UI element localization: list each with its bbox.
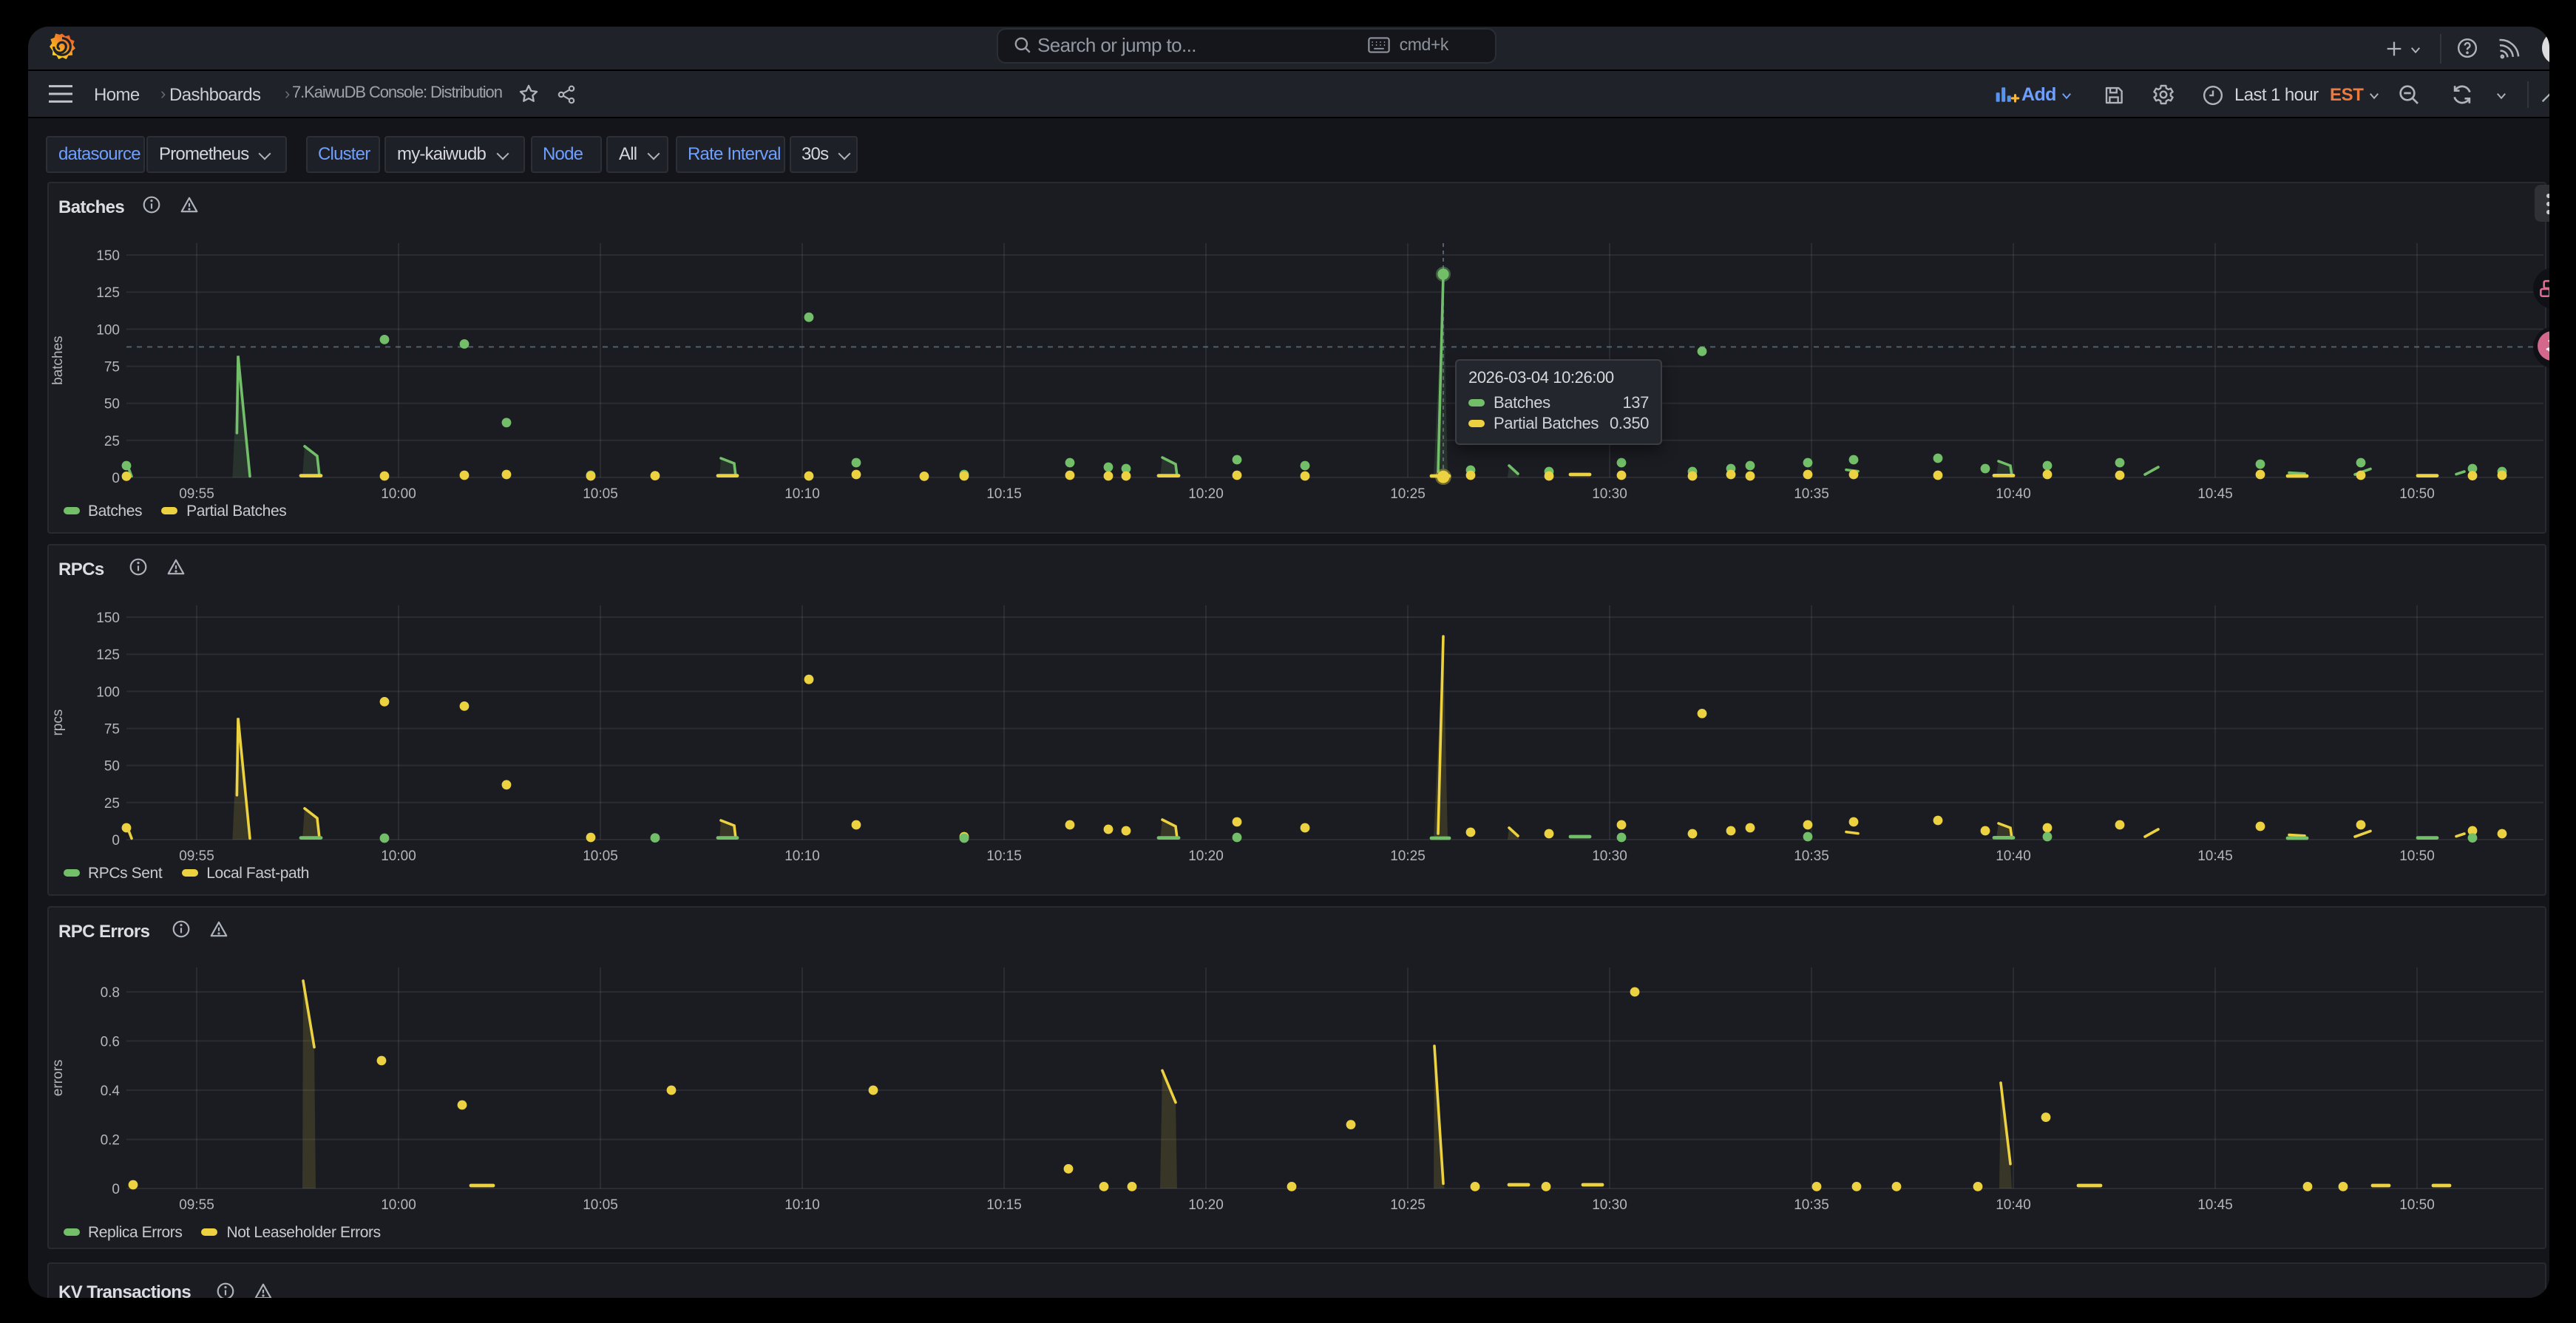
svg-text:10:00: 10:00	[380, 486, 416, 501]
svg-text:10:30: 10:30	[1591, 848, 1627, 863]
svg-text:100: 100	[95, 322, 119, 337]
svg-text:10:40: 10:40	[1995, 486, 2030, 501]
svg-text:10:25: 10:25	[1389, 848, 1425, 863]
svg-text:0: 0	[111, 832, 119, 848]
svg-text:10:10: 10:10	[784, 1197, 819, 1213]
svg-text:0: 0	[111, 1182, 119, 1197]
svg-text:75: 75	[104, 359, 119, 375]
svg-text:0.4: 0.4	[100, 1084, 120, 1099]
svg-text:10:45: 10:45	[2197, 486, 2232, 501]
svg-text:50: 50	[104, 758, 119, 774]
svg-text:25: 25	[104, 433, 119, 449]
svg-text:10:20: 10:20	[1187, 848, 1223, 863]
svg-text:10:25: 10:25	[1389, 1197, 1425, 1213]
svg-text:10:30: 10:30	[1591, 486, 1627, 501]
svg-text:10:50: 10:50	[2399, 486, 2434, 501]
svg-text:75: 75	[104, 721, 119, 737]
svg-text:125: 125	[95, 647, 119, 662]
svg-text:10:35: 10:35	[1793, 486, 1828, 501]
svg-text:10:35: 10:35	[1793, 1197, 1828, 1213]
svg-text:10:00: 10:00	[380, 1197, 416, 1213]
svg-text:10:50: 10:50	[2399, 1197, 2434, 1213]
svg-text:10:40: 10:40	[1995, 848, 2030, 863]
svg-text:09:55: 09:55	[178, 1197, 214, 1213]
svg-text:10:25: 10:25	[1389, 486, 1425, 501]
svg-text:10:15: 10:15	[986, 1197, 1021, 1213]
svg-text:150: 150	[95, 610, 119, 625]
svg-text:10:45: 10:45	[2197, 1197, 2232, 1213]
svg-text:errors: errors	[50, 1060, 65, 1097]
svg-text:10:10: 10:10	[784, 486, 819, 501]
svg-text:10:20: 10:20	[1187, 486, 1223, 501]
svg-text:10:45: 10:45	[2197, 848, 2232, 863]
svg-text:0: 0	[111, 470, 119, 486]
svg-text:150: 150	[95, 248, 119, 263]
svg-text:0.6: 0.6	[100, 1034, 119, 1050]
svg-text:10:15: 10:15	[986, 848, 1021, 863]
svg-text:10:00: 10:00	[380, 848, 416, 863]
svg-text:0.8: 0.8	[100, 985, 119, 1001]
svg-text:09:55: 09:55	[178, 848, 214, 863]
svg-text:10:15: 10:15	[986, 486, 1021, 501]
svg-text:rpcs: rpcs	[50, 709, 65, 735]
svg-text:50: 50	[104, 396, 119, 412]
svg-text:10:30: 10:30	[1591, 1197, 1627, 1213]
svg-text:batches: batches	[50, 335, 65, 384]
svg-text:0.2: 0.2	[100, 1132, 119, 1148]
svg-text:10:05: 10:05	[582, 848, 617, 863]
svg-text:10:50: 10:50	[2399, 848, 2434, 863]
svg-text:100: 100	[95, 684, 119, 699]
svg-text:10:05: 10:05	[582, 1197, 617, 1213]
svg-text:10:35: 10:35	[1793, 848, 1828, 863]
svg-text:10:20: 10:20	[1187, 1197, 1223, 1213]
svg-text:10:05: 10:05	[582, 486, 617, 501]
svg-text:125: 125	[95, 285, 119, 300]
svg-text:09:55: 09:55	[178, 486, 214, 501]
svg-text:10:10: 10:10	[784, 848, 819, 863]
svg-text:10:40: 10:40	[1995, 1197, 2030, 1213]
svg-text:25: 25	[104, 795, 119, 811]
